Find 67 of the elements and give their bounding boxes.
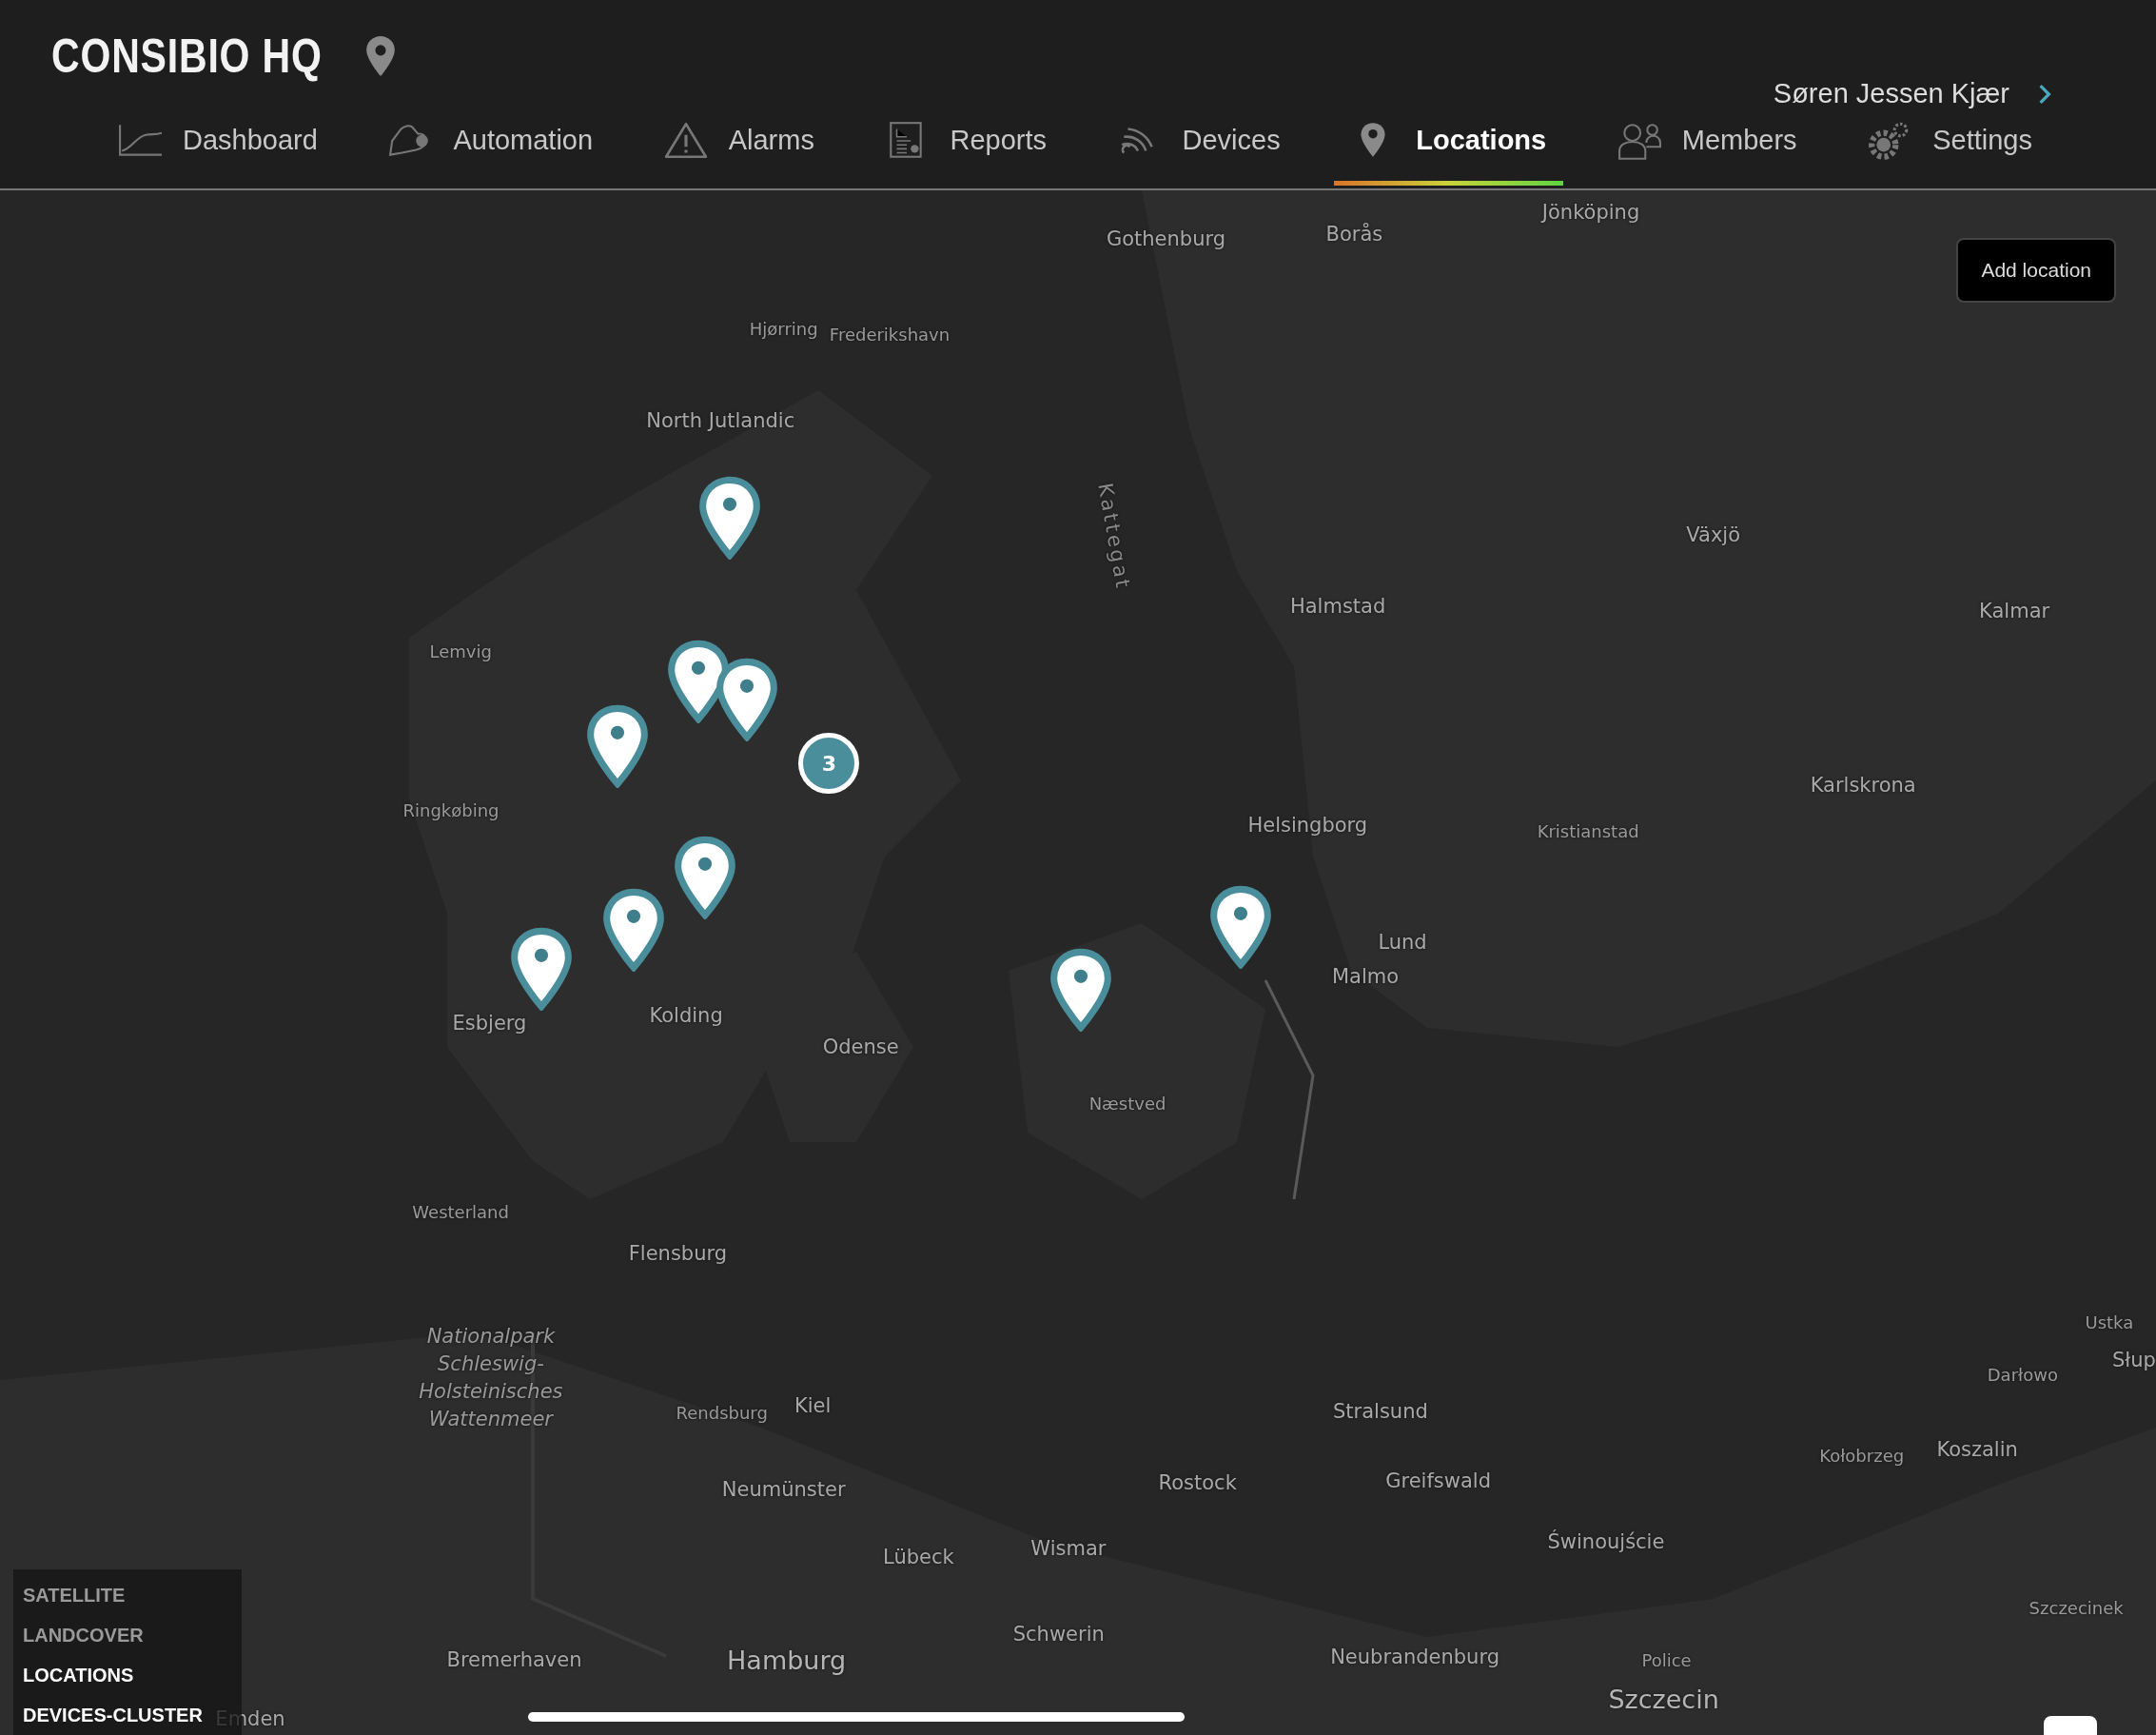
place-label: Jönköping	[1541, 200, 1640, 224]
place-label: Rendsburg	[676, 1402, 768, 1423]
location-pin-icon	[366, 36, 396, 76]
nav-tab[interactable]: Alarms	[646, 95, 832, 190]
place-label: Ustka	[2085, 1311, 2134, 1332]
place-label: Police	[1641, 1649, 1692, 1670]
nav-tab[interactable]: Dashboard	[101, 95, 335, 190]
place-label: Lund	[1378, 930, 1427, 954]
place-label: Bremerhaven	[446, 1648, 582, 1672]
place-label: Słup	[2111, 1349, 2156, 1372]
place-label: Kalmar	[1979, 599, 2050, 622]
place-label: Ringkøbing	[402, 799, 500, 820]
place-label: North Jutlandic	[646, 409, 795, 433]
place-label: Næstved	[1088, 1093, 1166, 1114]
map-pin-icon[interactable]	[601, 888, 667, 973]
place-label: Kristianstad	[1537, 820, 1639, 841]
place-label: Wismar	[1030, 1537, 1107, 1561]
user-profile-link[interactable]: Søren Jessen Kjær	[1773, 78, 2051, 109]
place-label: Stralsund	[1333, 1399, 1428, 1423]
layer-toggle[interactable]: LANDCOVER	[23, 1615, 232, 1655]
place-label: Frederikshavn	[829, 324, 951, 345]
nav-tab[interactable]: Devices	[1100, 95, 1298, 190]
map-pin-icon[interactable]	[509, 926, 575, 1011]
place-label: Hamburg	[727, 1645, 847, 1675]
place-label: Neubrandenburg	[1330, 1646, 1499, 1669]
place-label: Greifswald	[1385, 1469, 1491, 1493]
place-label: Koszalin	[1936, 1438, 2018, 1462]
place-label: Westerland	[412, 1201, 509, 1222]
place-label: Rostock	[1158, 1470, 1237, 1494]
map-pin-icon[interactable]	[714, 657, 779, 741]
place-label: Hjørring	[749, 318, 818, 339]
place-label: Darłowo	[1987, 1364, 2058, 1385]
warning-icon	[663, 120, 708, 161]
layer-toggle[interactable]: SATELLITE	[23, 1575, 232, 1615]
nav-tab[interactable]: Automation	[371, 95, 611, 190]
place-label: Szczecinek	[2029, 1597, 2124, 1618]
map-pin-icon[interactable]	[1207, 885, 1273, 970]
park-label: Nationalpark Schleswig-Holsteinisches Wattenmeer	[418, 1324, 564, 1433]
place-label: Kolding	[649, 1003, 723, 1027]
place-label: Szczecin	[1608, 1684, 1719, 1714]
map-pin-icon[interactable]	[697, 475, 763, 560]
place-label: Malmo	[1331, 965, 1400, 989]
place-label: Schwerin	[1012, 1622, 1105, 1646]
map-pin-icon[interactable]	[584, 703, 650, 788]
place-label: Flensburg	[628, 1241, 728, 1265]
place-label: Esbjerg	[452, 1012, 527, 1035]
place-label: Odense	[822, 1035, 899, 1058]
place-label: Karlskrona	[1810, 774, 1916, 798]
place-label: Kołobrzeg	[1819, 1445, 1905, 1466]
place-label: Lübeck	[883, 1545, 954, 1568]
map-pin-icon[interactable]	[673, 836, 738, 920]
nav-tab[interactable]: Reports	[868, 95, 1064, 190]
place-label: Kiel	[794, 1393, 832, 1417]
layer-toggle[interactable]: LOCATIONS	[23, 1655, 232, 1695]
chevron-right-icon	[2038, 83, 2051, 105]
place-label: Halmstad	[1289, 595, 1386, 619]
place-label: Gothenburg	[1106, 227, 1226, 251]
place-label: Lemvig	[429, 641, 492, 661]
place-label: Borås	[1325, 222, 1383, 246]
place-label: Neumünster	[721, 1478, 846, 1502]
place-label: Växjö	[1686, 523, 1740, 547]
place-label: Helsingborg	[1247, 814, 1368, 838]
app-title: CONSIBIO HQ	[51, 29, 323, 84]
add-location-button[interactable]: Add location	[1956, 238, 2116, 303]
map-pin-icon[interactable]	[1048, 947, 1113, 1032]
sea-label: Kattegat	[1092, 481, 1135, 592]
place-label: Świnoujście	[1547, 1530, 1665, 1553]
